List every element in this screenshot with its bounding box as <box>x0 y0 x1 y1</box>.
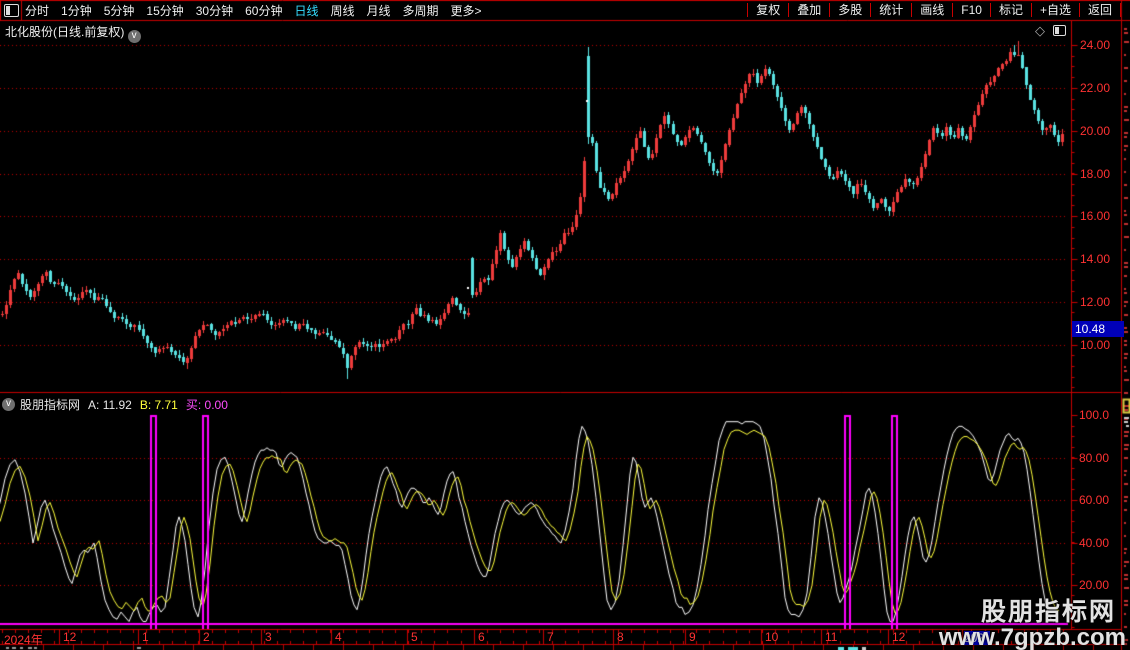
x-axis-month-label: 4 <box>335 630 342 644</box>
tab-日线[interactable]: 日线 <box>294 2 318 19</box>
x-axis-month-label: 7 <box>547 630 554 644</box>
x-axis-month-label: 8 <box>617 630 624 644</box>
chart-canvas[interactable] <box>0 0 1130 650</box>
x-axis-month-label: 9 <box>689 630 696 644</box>
button-多股[interactable]: 多股 <box>829 3 870 17</box>
price-axis-label: 12.00 <box>1080 295 1111 310</box>
button-+自选[interactable]: +自选 <box>1030 3 1079 17</box>
tab-更多>[interactable]: 更多> <box>451 2 482 19</box>
indicator-field: A: 11.92 <box>88 397 132 412</box>
stock-title-label: 北化股份(日线.前复权) <box>5 25 125 39</box>
tab-60分钟[interactable]: 60分钟 <box>245 2 282 19</box>
button-叠加[interactable]: 叠加 <box>788 3 829 17</box>
x-axis-month-label: 2 <box>203 630 210 644</box>
indicator-chevron-down-icon[interactable]: v <box>2 398 15 411</box>
tab-周线[interactable]: 周线 <box>330 2 354 19</box>
watermark-line2: www.7gpzb.com <box>938 624 1126 650</box>
stock-title: 北化股份(日线.前复权) v <box>5 23 141 43</box>
diamond-icon[interactable]: ◇ <box>1035 23 1045 39</box>
tab-30分钟[interactable]: 30分钟 <box>196 2 233 19</box>
price-axis-label: 10.00 <box>1080 338 1111 353</box>
button-画线[interactable]: 画线 <box>911 3 952 17</box>
watermark-line1: 股朋指标网 <box>980 598 1116 626</box>
trading-app-window: 分时 1分钟 5分钟 15分钟 30分钟 60分钟 日线 周线 月线 多周期 更多> 复权 叠加 多股统… <box>0 0 1130 650</box>
indicator-axis-label: 60.00 <box>1079 493 1110 508</box>
watermark: 股朋指标网 www.7gpzb.com <box>939 599 1126 650</box>
tab-分时[interactable]: 分时 <box>25 2 49 19</box>
price-axis-label: 20.00 <box>1080 123 1111 138</box>
price-axis-label: 14.00 <box>1080 252 1111 267</box>
button-复权[interactable]: 复权 <box>747 3 788 17</box>
tab-多周期[interactable]: 多周期 <box>403 2 439 19</box>
tab-15分钟[interactable]: 15分钟 <box>146 2 183 19</box>
pane-toggle-icon[interactable] <box>1053 25 1066 36</box>
x-axis-month-label: 10 <box>765 630 779 644</box>
button-标记[interactable]: 标记 <box>989 3 1031 17</box>
toolbar-right-buttons: 复权 叠加 多股 统计 画线 F10 标记 +自选 返回 <box>747 0 1121 20</box>
price-axis-label: 16.00 <box>1080 209 1111 224</box>
indicator-header: v 股朋指标网 A: 11.92 B: 7.71 买: 0.00 <box>2 397 228 412</box>
price-axis-label: 22.00 <box>1080 80 1111 95</box>
indicator-field: 买: 0.00 <box>185 398 228 412</box>
indicator-field: B: 7.71 <box>139 397 178 412</box>
button-统计[interactable]: 统计 <box>870 3 911 17</box>
period-tabs: 分时 1分钟 5分钟 15分钟 30分钟 60分钟 日线 周线 月线 多周期 更多> <box>25 0 494 20</box>
button-F10[interactable]: F10 <box>952 3 990 17</box>
indicator-name[interactable]: 股朋指标网 <box>20 396 80 413</box>
tab-5分钟[interactable]: 5分钟 <box>104 2 135 19</box>
x-axis-month-label: 12 <box>892 630 906 644</box>
indicator-axis-label: 80.00 <box>1079 450 1110 465</box>
indicator-axis-label: 40.00 <box>1079 535 1110 550</box>
x-axis-month-label: 6 <box>478 630 485 644</box>
indicator-axis-label: 20.00 <box>1079 578 1110 593</box>
indicator-axis-label: 100.0 <box>1079 408 1110 423</box>
x-axis-month-label: 11 <box>825 630 838 644</box>
window-split-icon[interactable] <box>4 4 19 17</box>
button-返回[interactable]: 返回 <box>1078 3 1121 17</box>
price-axis-label: 18.00 <box>1080 166 1111 181</box>
x-axis-month-label: 1 <box>142 630 149 644</box>
price-axis-label: 24.00 <box>1080 38 1111 52</box>
x-axis-month-label: 5 <box>411 630 418 644</box>
chevron-down-icon[interactable]: v <box>127 30 141 43</box>
top-toolbar: 分时 1分钟 5分钟 15分钟 30分钟 60分钟 日线 周线 月线 多周期 更多> 复权 叠加 多股统… <box>0 0 1130 20</box>
x-axis-month-label: 3 <box>265 630 272 644</box>
x-axis-year-label: 2024年 <box>4 633 43 647</box>
tab-月线[interactable]: 月线 <box>367 2 391 19</box>
price-tag: 10.48 <box>1072 321 1124 337</box>
x-axis-month-label: 12 <box>63 630 77 644</box>
tab-1分钟[interactable]: 1分钟 <box>61 2 92 19</box>
